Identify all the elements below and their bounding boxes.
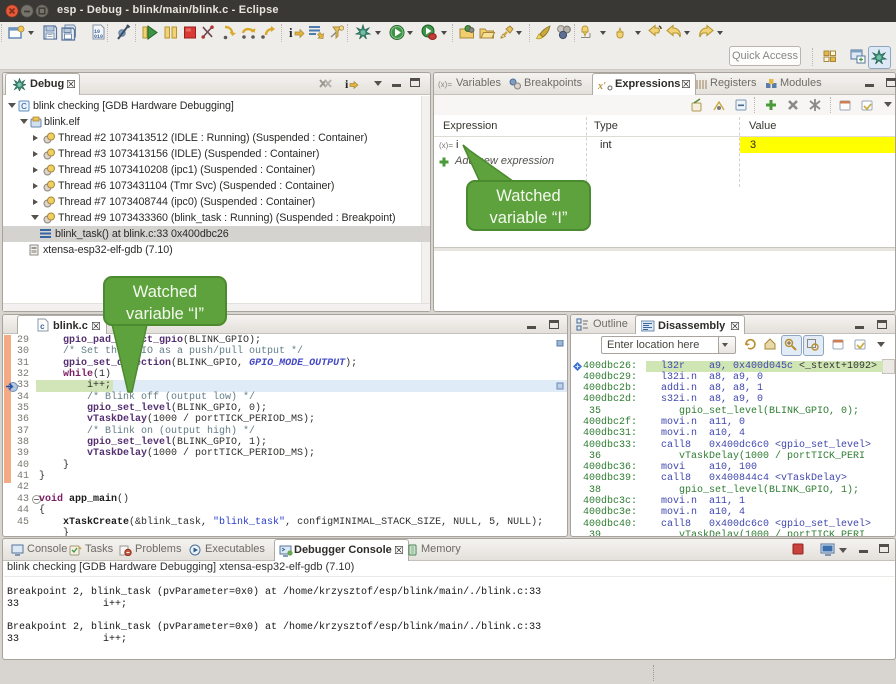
svg-text:i: i bbox=[345, 77, 349, 91]
svg-text:i: i bbox=[289, 25, 293, 40]
svg-text:c: c bbox=[40, 323, 45, 332]
svg-text:(x)=: (x)= bbox=[439, 141, 453, 150]
svg-text:010: 010 bbox=[94, 34, 103, 40]
svg-text:C: C bbox=[21, 102, 27, 111]
svg-text:(x)=: (x)= bbox=[438, 80, 452, 89]
svg-text:xʹ: xʹ bbox=[598, 81, 606, 91]
